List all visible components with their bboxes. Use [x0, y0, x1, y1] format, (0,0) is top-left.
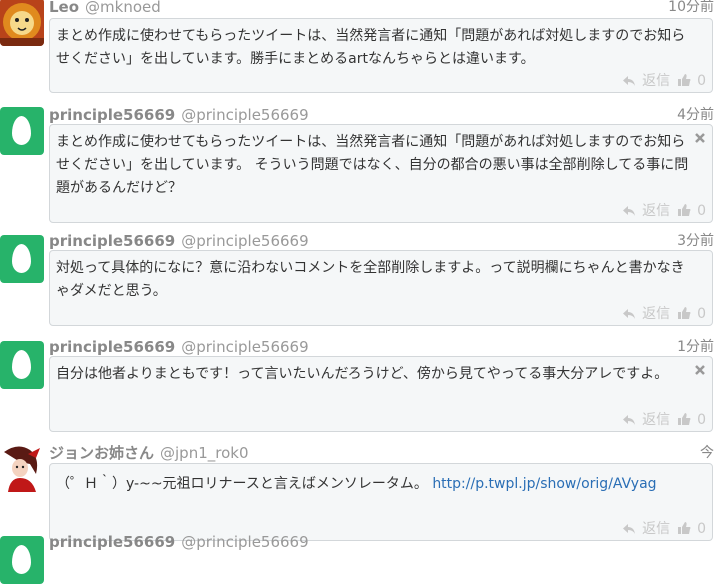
like-count: 0 — [697, 73, 706, 89]
girl-avatar-icon[interactable] — [0, 444, 44, 492]
tweet-header: ジョンお姉さん @jpn1_rok0 今 — [49, 444, 714, 462]
like-icon[interactable] — [677, 73, 691, 87]
reply-button[interactable]: 返信 — [642, 73, 670, 89]
delete-icon[interactable] — [693, 363, 707, 377]
tweet-actions: 返信 0 — [622, 202, 706, 220]
tweet-time[interactable]: 3分前 — [677, 232, 714, 250]
tweet-time[interactable]: 1分前 — [677, 338, 714, 356]
tweet-bubble: 対処って具体的になに？意に沿わないコメントを全部削除しますよ。って説明欄にちゃん… — [49, 250, 713, 326]
user-handle[interactable]: @principle56669 — [181, 533, 308, 551]
tweet-bubble: 自分は他者よりまともです！って言いたいんだろうけど、傍から見てやってる事大分アレ… — [49, 356, 713, 432]
tweet-time[interactable]: 今 — [700, 444, 714, 462]
user-name[interactable]: ジョンお姉さん — [49, 444, 154, 462]
like-count: 0 — [697, 412, 706, 428]
tweet-text-body: （゜Ｈ｀）y-~~元祖ロリナースと言えばメンソレータム。 — [56, 476, 428, 492]
tweet-text: （゜Ｈ｀）y-~~元祖ロリナースと言えばメンソレータム。 http://p.tw… — [56, 473, 690, 496]
egg-avatar-icon[interactable] — [0, 107, 44, 155]
reply-icon[interactable] — [622, 205, 636, 217]
tweet-text: 対処って具体的になに？意に沿わないコメントを全部削除しますよ。って説明欄にちゃん… — [56, 260, 685, 299]
tweet-header: principle56669 @principle56669 1分前 — [49, 338, 714, 356]
tweet-actions: 返信 0 — [622, 411, 706, 429]
like-icon[interactable] — [677, 412, 691, 426]
tweet-bubble: まとめ作成に使わせてもらったツイートは、当然発言者に通知「問題があれば対処します… — [49, 124, 713, 223]
tweet-actions: 返信 0 — [622, 305, 706, 323]
like-count: 0 — [697, 203, 706, 219]
reply-button[interactable]: 返信 — [642, 412, 670, 428]
tweet-timeline: Leo @mknoed 10分前 まとめ作成に使わせてもらったツイートは、当然発言… — [0, 0, 722, 584]
user-handle[interactable]: @principle56669 — [181, 106, 308, 124]
user-name[interactable]: principle56669 — [49, 533, 175, 551]
tweet-time[interactable]: 4分前 — [677, 106, 714, 124]
user-name[interactable]: Leo — [49, 0, 79, 16]
tweet-bubble: まとめ作成に使わせてもらったツイートは、当然発言者に通知「問題があれば対処します… — [49, 18, 713, 93]
tweet-text: まとめ作成に使わせてもらったツイートは、当然発言者に通知「問題があれば対処します… — [56, 28, 686, 67]
tweet-actions: 返信 0 — [622, 72, 706, 90]
egg-avatar-icon[interactable] — [0, 341, 44, 389]
tweet-text: 自分は他者よりまともです！って言いたいんだろうけど、傍から見てやってる事大分アレ… — [56, 366, 669, 382]
reply-icon[interactable] — [622, 75, 636, 87]
like-icon[interactable] — [677, 203, 691, 217]
egg-avatar-icon[interactable] — [0, 235, 44, 283]
user-handle[interactable]: @mknoed — [85, 0, 161, 16]
like-icon[interactable] — [677, 306, 691, 320]
tweet-bubble: （゜Ｈ｀）y-~~元祖ロリナースと言えばメンソレータム。 http://p.tw… — [49, 463, 713, 541]
user-handle[interactable]: @principle56669 — [181, 338, 308, 356]
tweet-header: principle56669 @principle56669 4分前 — [49, 106, 714, 124]
user-handle[interactable]: @principle56669 — [181, 232, 308, 250]
user-name[interactable]: principle56669 — [49, 232, 175, 250]
reply-icon[interactable] — [622, 308, 636, 320]
tweet-time[interactable]: 10分前 — [668, 0, 714, 16]
tweet-header: principle56669 @principle56669 — [49, 533, 714, 551]
reply-button[interactable]: 返信 — [642, 306, 670, 322]
like-count: 0 — [697, 306, 706, 322]
lion-avatar-icon[interactable] — [0, 0, 44, 46]
tweet-text: まとめ作成に使わせてもらったツイートは、当然発言者に通知「問題があれば対処します… — [56, 134, 689, 196]
tweet-header: principle56669 @principle56669 3分前 — [49, 232, 714, 250]
user-name[interactable]: principle56669 — [49, 338, 175, 356]
reply-icon[interactable] — [622, 414, 636, 426]
egg-avatar-icon[interactable] — [0, 536, 44, 584]
reply-button[interactable]: 返信 — [642, 203, 670, 219]
tweet-header: Leo @mknoed 10分前 — [49, 0, 714, 16]
delete-icon[interactable] — [693, 131, 707, 145]
user-handle[interactable]: @jpn1_rok0 — [160, 444, 248, 462]
user-name[interactable]: principle56669 — [49, 106, 175, 124]
tweet-link[interactable]: http://p.twpl.jp/show/orig/AVyag — [432, 476, 656, 492]
